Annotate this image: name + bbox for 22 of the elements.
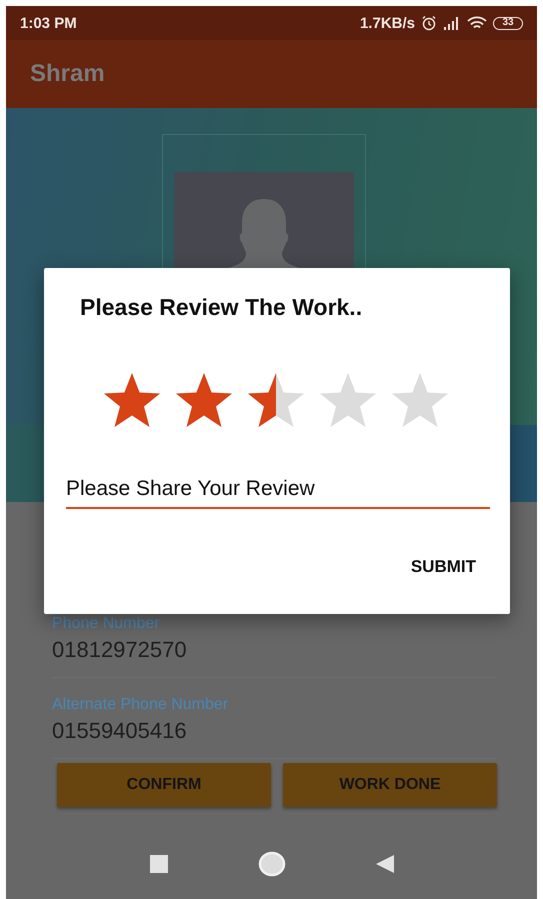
star-icon[interactable] [102, 371, 162, 429]
battery-indicator: 33 [493, 16, 523, 30]
phone-number: 01812972570 [52, 637, 188, 663]
wifi-icon [467, 16, 487, 30]
submit-button[interactable]: SUBMIT [406, 553, 480, 581]
alarm-clock-icon [421, 15, 437, 31]
back-icon[interactable] [376, 855, 394, 873]
network-speed: 1.7KB/s [360, 14, 415, 32]
field-label: Alternate Phone Number [52, 696, 230, 714]
recents-icon[interactable] [150, 855, 168, 873]
review-field[interactable]: Please Share Your Review [66, 477, 490, 509]
status-time: 1:03 PM [20, 14, 77, 32]
signal-icon [443, 16, 461, 30]
home-icon[interactable] [258, 851, 286, 877]
field-label: Phone Number [52, 615, 161, 633]
app-title: Shram [30, 60, 105, 88]
dialog-title: Please Review The Work.. [79, 294, 364, 321]
star-icon[interactable] [318, 371, 378, 429]
star-icon[interactable] [174, 371, 234, 429]
star-icon[interactable] [390, 371, 450, 429]
star-icon[interactable] [246, 371, 306, 429]
phone-number: 01559405416 [52, 718, 188, 744]
